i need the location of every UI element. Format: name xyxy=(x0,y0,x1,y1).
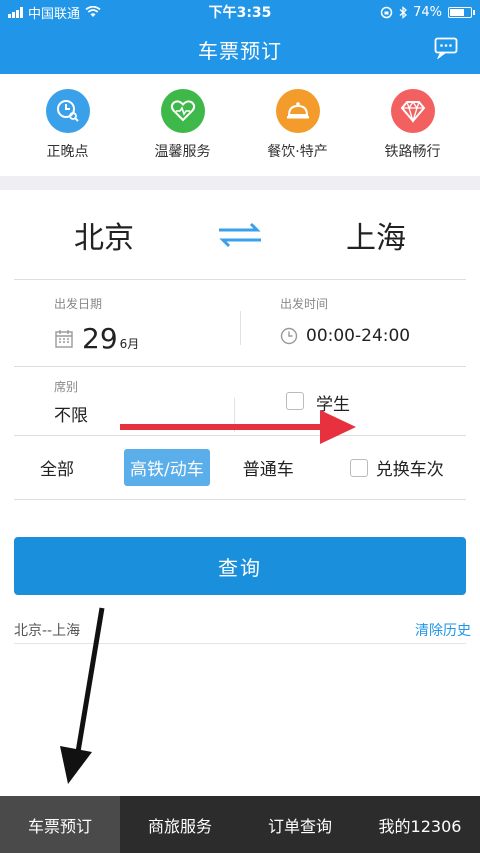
seat-label: 席别 xyxy=(54,380,79,394)
swap-train-label: 兑换车次 xyxy=(375,460,444,480)
wifi-icon xyxy=(85,6,101,17)
tab-order-query[interactable]: 订单查询 xyxy=(240,796,360,853)
clear-history-link[interactable]: 清除历史 xyxy=(415,620,471,640)
query-button[interactable]: 查询 xyxy=(14,537,466,595)
student-option[interactable]: 学生 xyxy=(234,368,466,435)
route-selector: 北京 上海 xyxy=(14,190,466,280)
time-label: 出发时间 xyxy=(280,297,329,311)
service-railway-pass[interactable]: 铁路畅行 xyxy=(358,89,468,161)
type-all[interactable]: 全部 xyxy=(34,449,80,486)
service-label: 正晚点 xyxy=(46,144,89,160)
diamond-icon xyxy=(390,89,435,133)
type-high-speed[interactable]: 高铁/动车 xyxy=(124,449,210,486)
clock-icon xyxy=(280,327,298,345)
battery-percent: 74% xyxy=(413,4,442,20)
swap-icon xyxy=(219,222,261,247)
status-bar: 中国联通 下午3:35 74% xyxy=(0,0,480,24)
search-history: 北京--上海 清除历史 xyxy=(14,620,471,640)
tab-ticket-booking[interactable]: 车票预订 xyxy=(0,796,120,853)
battery-icon xyxy=(448,6,475,18)
seat-class[interactable]: 席别 不限 xyxy=(14,368,234,435)
app-screen: 中国联通 下午3:35 74% 车票预订 正晚点 温馨服务 餐饮·特产 铁路畅行… xyxy=(0,0,480,853)
date-day: 29 xyxy=(82,322,118,355)
rotation-lock-icon xyxy=(380,6,393,18)
seat-row: 席别 不限 学生 xyxy=(14,368,466,436)
swap-train-option[interactable]: 兑换车次 xyxy=(349,455,444,480)
service-food[interactable]: 餐饮·特产 xyxy=(243,89,353,161)
student-checkbox[interactable] xyxy=(286,392,304,410)
time-range: 00:00-24:00 xyxy=(306,326,411,346)
heart-care-icon xyxy=(160,89,205,133)
swap-stations-button[interactable] xyxy=(210,222,270,248)
to-station[interactable]: 上海 xyxy=(286,213,466,257)
food-dome-icon xyxy=(275,89,320,133)
train-type-filter: 全部 高铁/动车 普通车 兑换车次 xyxy=(14,436,466,500)
page-title: 车票预订 xyxy=(198,38,282,63)
service-label: 铁路畅行 xyxy=(384,144,441,160)
message-icon[interactable] xyxy=(434,37,458,59)
bottom-tab-bar: 车票预订 商旅服务 订单查询 我的12306 xyxy=(0,796,480,853)
carrier-name: 中国联通 xyxy=(28,6,81,22)
service-shortcuts: 正晚点 温馨服务 餐饮·特产 铁路畅行 xyxy=(0,74,480,176)
service-label: 温馨服务 xyxy=(154,144,211,160)
bluetooth-icon xyxy=(399,5,408,19)
from-station[interactable]: 北京 xyxy=(14,213,194,257)
clock-search-icon xyxy=(45,89,90,133)
date-label: 出发日期 xyxy=(54,297,103,311)
calendar-icon xyxy=(55,329,73,348)
student-label: 学生 xyxy=(316,395,350,415)
seat-value: 不限 xyxy=(54,406,88,426)
service-care[interactable]: 温馨服务 xyxy=(128,89,238,161)
swap-train-checkbox[interactable] xyxy=(349,458,368,477)
departure-row: 出发日期 29 6月 出发时间 00:00-24:00 xyxy=(14,281,466,367)
app-header: 车票预订 xyxy=(0,24,480,74)
section-divider xyxy=(0,176,480,190)
service-label: 餐饮·特产 xyxy=(267,144,328,160)
tab-my-12306[interactable]: 我的12306 xyxy=(360,796,480,853)
date-month: 6月 xyxy=(119,337,140,351)
departure-time[interactable]: 出发时间 00:00-24:00 xyxy=(240,281,466,366)
signal-icon xyxy=(8,6,23,18)
status-time: 下午3:35 xyxy=(208,5,272,21)
tab-business-travel[interactable]: 商旅服务 xyxy=(120,796,240,853)
history-route[interactable]: 北京--上海 xyxy=(14,620,80,640)
departure-date[interactable]: 出发日期 29 6月 xyxy=(14,281,240,366)
service-on-time[interactable]: 正晚点 xyxy=(13,89,123,161)
history-divider xyxy=(14,643,466,644)
type-normal[interactable]: 普通车 xyxy=(237,449,300,486)
